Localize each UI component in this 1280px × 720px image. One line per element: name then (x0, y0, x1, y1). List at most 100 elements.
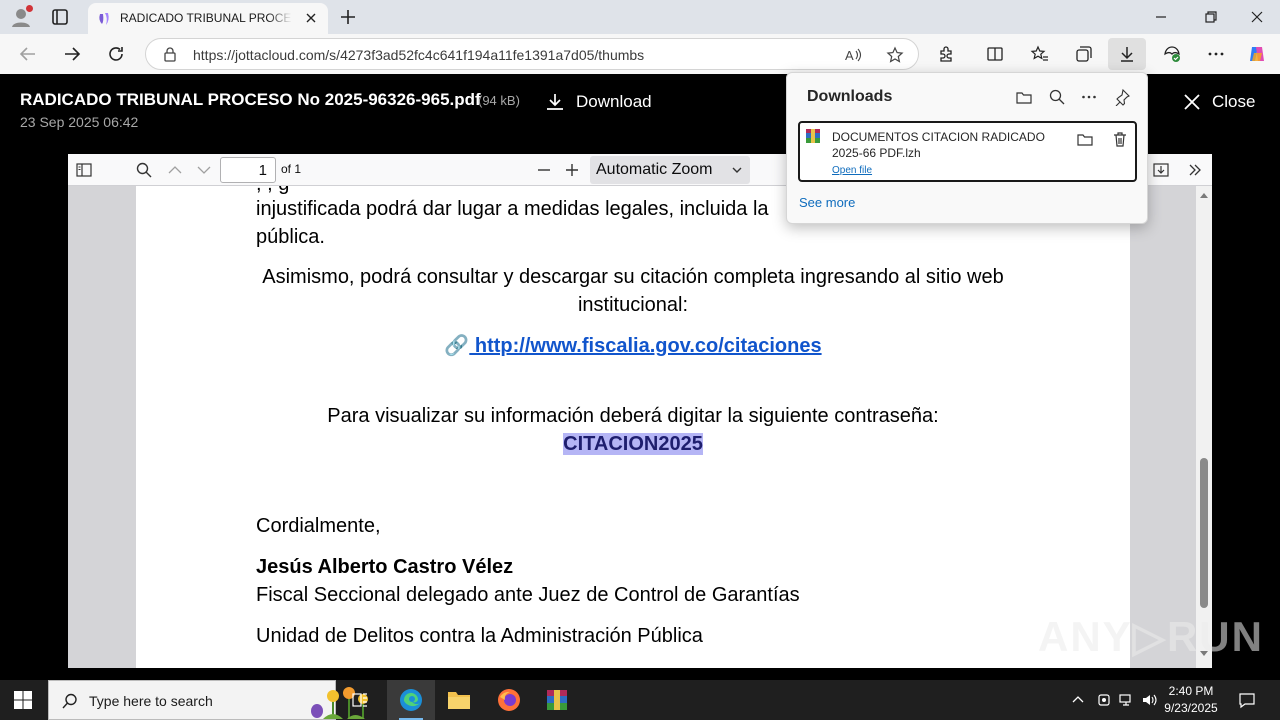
task-view-button[interactable] (336, 680, 384, 720)
copilot-icon[interactable] (1247, 44, 1267, 64)
download-item[interactable]: DOCUMENTOS CITACION RADICADO 2025-66 PDF… (798, 121, 1137, 182)
page-count: of 1 (281, 162, 302, 176)
window-close-icon[interactable] (1248, 8, 1266, 26)
notification-icon[interactable] (1238, 691, 1256, 709)
download-file-name: DOCUMENTOS CITACION RADICADO 2025-66 PDF… (832, 130, 1045, 160)
file-date: 23 Sep 2025 06:42 (20, 114, 139, 130)
taskbar-search[interactable]: Type here to search (48, 680, 368, 720)
pdf-save-icon[interactable] (1152, 161, 1170, 179)
pdf-text-line: pública. (256, 226, 325, 248)
task-view-icon (352, 693, 367, 707)
taskbar-winrar[interactable] (533, 680, 581, 720)
tab-active[interactable]: RADICADO TRIBUNAL PROCESO No 2025-96326-… (88, 3, 328, 34)
download-icon (547, 94, 563, 110)
chevron-down-icon (732, 167, 742, 173)
zoom-select[interactable]: Automatic Zoom (590, 156, 750, 184)
closing-text: Cordialmente, (256, 515, 381, 537)
pdf-page: , , g injustificada podrá dar lugar a me… (136, 186, 1130, 668)
taskbar-firefox[interactable] (485, 680, 533, 720)
tab-title: RADICADO TRIBUNAL PROCESO No 2025-96326-… (120, 11, 292, 25)
find-icon[interactable] (135, 161, 153, 179)
archive-file-icon (806, 129, 820, 143)
windows-start-icon[interactable] (14, 691, 32, 709)
new-tab-icon[interactable] (338, 7, 358, 27)
more-menu-icon[interactable] (1206, 44, 1226, 64)
search-icon (62, 693, 77, 709)
split-screen-icon[interactable] (985, 44, 1005, 64)
pdf-scrollbar[interactable] (1196, 186, 1212, 668)
taskbar-edge[interactable] (387, 680, 435, 720)
sidebar-toggle-icon[interactable] (75, 161, 93, 179)
svg-text:A: A (845, 48, 854, 63)
downloads-flyout: Downloads DOCUMENTOS CITACION RADICADO 2… (786, 72, 1148, 224)
page-number-input[interactable]: 1 (220, 157, 276, 183)
download-file-button[interactable]: Download (544, 90, 652, 114)
scroll-thumb[interactable] (1200, 458, 1208, 608)
refresh-icon[interactable] (105, 43, 127, 65)
signer-name: Jesús Alberto Castro Vélez (256, 556, 514, 578)
close-viewer-button[interactable]: Close (1182, 91, 1255, 113)
zoom-out-icon[interactable] (535, 161, 553, 179)
favorites-icon[interactable] (1030, 44, 1050, 64)
file-size: (94 kB) (478, 93, 520, 108)
delete-icon[interactable] (1111, 130, 1129, 148)
zoom-in-icon[interactable] (563, 161, 581, 179)
jottacloud-favicon-icon (99, 13, 109, 25)
tray-overflow-icon[interactable] (1070, 692, 1086, 708)
volume-icon[interactable] (1141, 692, 1157, 708)
show-in-folder-icon[interactable] (1076, 130, 1094, 148)
download-label: Download (576, 92, 652, 111)
downloads-button[interactable] (1108, 38, 1146, 70)
tab-strip: RADICADO TRIBUNAL PROCESO No 2025-96326-… (0, 0, 1280, 34)
scroll-up-icon[interactable] (1200, 192, 1208, 198)
pin-icon[interactable] (1113, 88, 1131, 106)
read-aloud-icon[interactable]: A (844, 46, 862, 64)
search-placeholder: Type here to search (89, 693, 213, 709)
open-folder-icon[interactable] (1015, 88, 1033, 106)
extensions-icon[interactable] (937, 44, 957, 64)
signer-title: Fiscal Seccional delegado ante Juez de C… (256, 584, 800, 606)
more-options-icon[interactable] (1080, 88, 1098, 106)
address-bar[interactable]: https://jottacloud.com/s/4273f3ad52fc4c6… (145, 38, 919, 70)
taskbar-file-explorer[interactable] (435, 680, 483, 720)
back-icon[interactable] (17, 43, 39, 65)
browser-essentials-icon[interactable] (1162, 44, 1182, 64)
pdf-document-area[interactable]: , , g injustificada podrá dar lugar a me… (68, 186, 1212, 668)
tab-close-icon[interactable] (304, 11, 318, 25)
pdf-text-line: Asimismo, podrá consultar y descargar su… (262, 266, 1004, 288)
downloads-title: Downloads (807, 88, 893, 105)
password-text[interactable]: CITACION2025 (563, 433, 703, 455)
collections-icon[interactable] (1074, 44, 1094, 64)
url-text[interactable]: https://jottacloud.com/s/4273f3ad52fc4c6… (193, 47, 644, 63)
clock-date: 9/23/2025 (1164, 701, 1218, 715)
download-icon (1121, 47, 1133, 62)
system-clock[interactable]: 2:40 PM 9/23/2025 (1160, 683, 1222, 717)
tab-actions-icon[interactable] (50, 7, 70, 27)
minimize-icon[interactable] (1152, 8, 1170, 26)
restore-icon[interactable] (1202, 8, 1220, 26)
browser-toolbar: https://jottacloud.com/s/4273f3ad52fc4c6… (0, 34, 1280, 74)
previous-page-icon[interactable] (166, 161, 184, 179)
search-downloads-icon[interactable] (1048, 88, 1066, 106)
folder-icon (448, 692, 470, 709)
see-more-link[interactable]: See more (799, 195, 855, 210)
winrar-icon (547, 690, 567, 710)
network-icon[interactable] (1118, 692, 1134, 708)
pdf-viewer: 1 of 1 Automatic Zoom , , g injustificad… (68, 154, 1212, 668)
signer-unit: Unidad de Delitos contra la Administraci… (256, 625, 703, 647)
citation-link[interactable]: http://www.fiscalia.gov.co/citaciones (469, 335, 822, 357)
pdf-text-line: institucional: (577, 294, 689, 316)
password-prompt: Para visualizar su información deberá di… (327, 405, 939, 427)
tools-menu-icon[interactable] (1186, 161, 1204, 179)
open-file-link[interactable]: Open file (832, 165, 872, 176)
link-icon: 🔗 (444, 335, 470, 357)
password-row: CITACION2025 (136, 432, 1130, 456)
lock-icon[interactable] (162, 46, 178, 62)
next-page-icon[interactable] (195, 161, 213, 179)
clock-time: 2:40 PM (1168, 684, 1214, 698)
tray-device-icon[interactable] (1096, 692, 1112, 708)
favorite-star-icon[interactable] (886, 46, 904, 64)
taskbar: Type here to search 2:40 PM 9/23/2025 (0, 680, 1280, 720)
forward-icon[interactable] (61, 43, 83, 65)
close-label: Close (1212, 92, 1256, 111)
